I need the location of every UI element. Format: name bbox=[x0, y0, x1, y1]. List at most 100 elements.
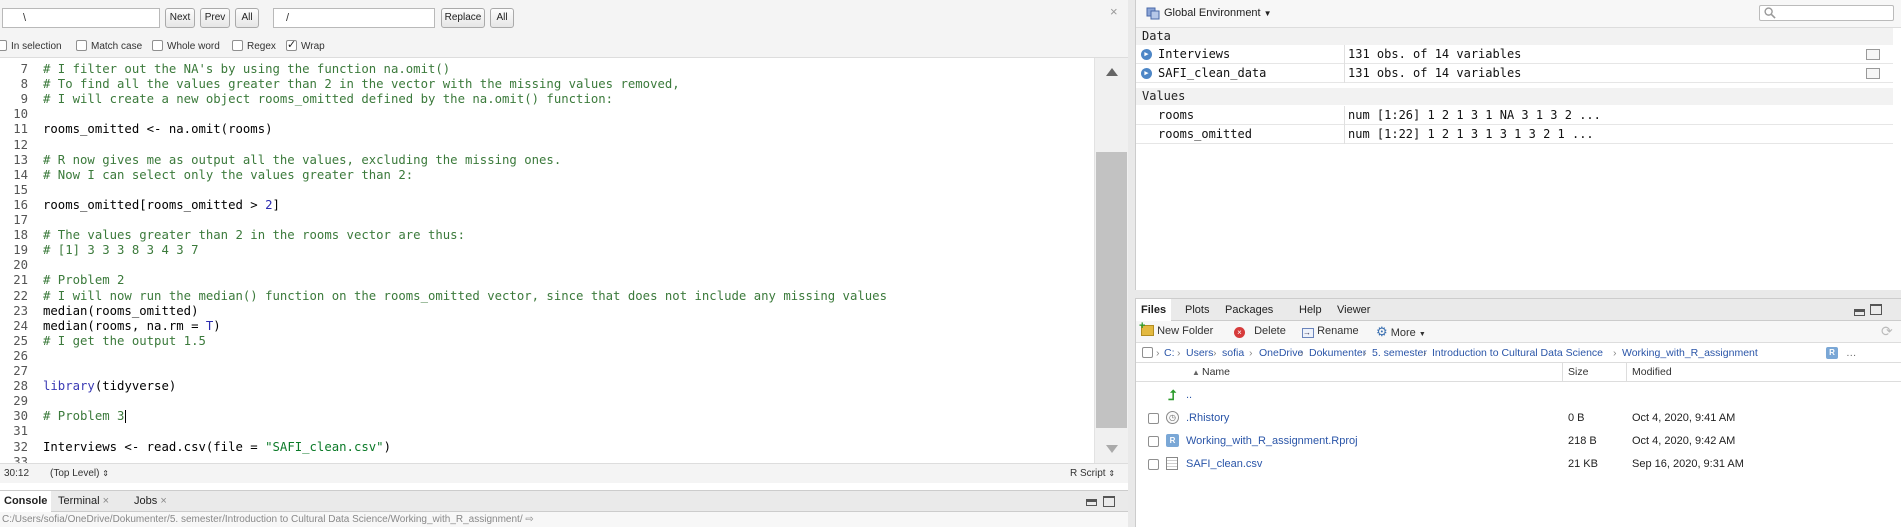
option-whole-word[interactable]: Whole word bbox=[152, 40, 220, 54]
section-values: Values bbox=[1136, 88, 1893, 105]
file-type-selector[interactable]: R Script ⇕ bbox=[1070, 464, 1115, 483]
replace-all-button[interactable]: All bbox=[490, 8, 514, 28]
in-selection-checkbox[interactable] bbox=[0, 40, 7, 51]
env-row-rooms[interactable]: rooms num [1:26] 1 2 1 3 1 NA 3 1 3 2 ..… bbox=[1136, 106, 1893, 125]
column-modified[interactable]: Modified bbox=[1632, 363, 1672, 381]
option-wrap[interactable]: Wrap bbox=[286, 38, 325, 54]
match-case-checkbox[interactable] bbox=[76, 40, 87, 51]
breadcrumb-item[interactable]: Introduction to Cultural Data Science bbox=[1432, 343, 1603, 362]
more-menu-button[interactable]: ⚙ More ▼ bbox=[1376, 324, 1426, 340]
view-table-icon[interactable] bbox=[1866, 68, 1880, 79]
refresh-icon[interactable]: ⟳ bbox=[1881, 323, 1893, 340]
whole-word-checkbox[interactable] bbox=[152, 40, 163, 51]
tab-plots[interactable]: Plots bbox=[1180, 299, 1214, 321]
line-number: 32 bbox=[13, 439, 28, 454]
env-row-safi-clean-data[interactable]: ▶ SAFI_clean_data 131 obs. of 14 variabl… bbox=[1136, 64, 1893, 83]
file-checkbox[interactable] bbox=[1148, 436, 1159, 447]
line-number: 33 bbox=[13, 454, 28, 463]
line-number: 26 bbox=[13, 348, 28, 363]
replace-button[interactable]: Replace bbox=[441, 8, 485, 28]
breadcrumb-item[interactable]: OneDrive bbox=[1259, 343, 1303, 362]
tab-packages[interactable]: Packages bbox=[1220, 299, 1278, 321]
maximize-icon[interactable] bbox=[1103, 496, 1115, 507]
code-text: # I will now run the median() function o… bbox=[43, 288, 887, 303]
minimize-icon[interactable] bbox=[1086, 499, 1097, 506]
tab-help[interactable]: Help bbox=[1294, 299, 1327, 321]
list-item[interactable]: R Working_with_R_assignment.Rproj 218 B … bbox=[1136, 430, 1901, 453]
code-text: rooms_omitted[rooms_omitted > 2] bbox=[43, 197, 280, 212]
column-size[interactable]: Size bbox=[1568, 363, 1588, 381]
environment-icon bbox=[1146, 7, 1160, 20]
file-checkbox[interactable] bbox=[1148, 413, 1159, 424]
line-number: 17 bbox=[13, 213, 28, 227]
new-folder-button[interactable]: + New Folder bbox=[1139, 321, 1213, 338]
scrollbar-thumb[interactable] bbox=[1096, 152, 1127, 428]
code-text: # Now I can select only the values great… bbox=[43, 167, 414, 182]
breadcrumb-item[interactable]: Users bbox=[1186, 343, 1213, 362]
list-item[interactable]: ◷ .Rhistory 0 B Oct 4, 2020, 9:41 AM bbox=[1136, 407, 1901, 430]
replace-input[interactable]: / bbox=[273, 8, 435, 28]
code-text: # To find all the values greater than 2 … bbox=[43, 77, 680, 92]
env-row-interviews[interactable]: ▶ Interviews 131 obs. of 14 variables bbox=[1136, 45, 1893, 64]
console-working-directory: C:/Users/sofia/OneDrive/Dokumenter/5. se… bbox=[0, 512, 1128, 527]
line-number: 22 bbox=[13, 288, 28, 303]
environment-search-input[interactable] bbox=[1759, 5, 1894, 21]
breadcrumb-item[interactable]: Working_with_R_assignment bbox=[1622, 343, 1758, 362]
delete-icon: × bbox=[1234, 327, 1245, 338]
maximize-icon[interactable] bbox=[1870, 304, 1882, 315]
tab-viewer[interactable]: Viewer bbox=[1332, 299, 1375, 321]
rename-button[interactable]: → Rename bbox=[1302, 325, 1359, 338]
find-next-button[interactable]: Next bbox=[165, 8, 195, 28]
line-number: 19 bbox=[13, 243, 28, 258]
option-match-case[interactable]: Match case bbox=[76, 40, 142, 54]
list-item[interactable]: SAFI_clean.csv 21 KB Sep 16, 2020, 9:31 … bbox=[1136, 453, 1901, 476]
find-input[interactable]: \ bbox=[2, 8, 160, 28]
code-editor[interactable]: 7 # I filter out the NA's by using the fu… bbox=[0, 58, 1094, 463]
close-find-icon[interactable]: × bbox=[1110, 4, 1118, 19]
goto-directory-icon[interactable]: ⇨ bbox=[525, 514, 533, 525]
code-text: # The values greater than 2 in the rooms… bbox=[43, 228, 465, 243]
view-table-icon[interactable] bbox=[1866, 49, 1880, 60]
breadcrumb-item[interactable]: Dokumenter bbox=[1309, 343, 1366, 362]
file-checkbox[interactable] bbox=[1148, 459, 1159, 470]
breadcrumb-item[interactable]: C: bbox=[1164, 343, 1175, 362]
find-prev-button[interactable]: Prev bbox=[200, 8, 230, 28]
scope-selector[interactable]: (Top Level) ⇕ bbox=[50, 464, 109, 483]
list-item-parent-directory[interactable]: ⮥ .. bbox=[1136, 384, 1901, 407]
environment-scope-dropdown[interactable]: Global Environment ▼ bbox=[1164, 7, 1272, 19]
select-all-checkbox[interactable] bbox=[1142, 347, 1153, 358]
tab-jobs[interactable]: Jobs × bbox=[130, 491, 171, 512]
code-text: # Problem 2 bbox=[43, 273, 125, 288]
line-number: 15 bbox=[13, 182, 28, 197]
expand-icon[interactable]: ▶ bbox=[1141, 68, 1152, 79]
breadcrumb-item[interactable]: 5. semester bbox=[1372, 343, 1427, 362]
scroll-down-icon[interactable] bbox=[1106, 445, 1118, 453]
column-name[interactable]: Name bbox=[1202, 363, 1230, 381]
regex-checkbox[interactable] bbox=[232, 40, 243, 51]
tab-files[interactable]: Files bbox=[1136, 299, 1172, 321]
find-all-button[interactable]: All bbox=[235, 8, 259, 28]
close-icon[interactable]: × bbox=[160, 495, 166, 507]
tab-console[interactable]: Console bbox=[0, 491, 52, 512]
option-regex[interactable]: Regex bbox=[232, 40, 276, 54]
pane-splitter[interactable] bbox=[1128, 0, 1135, 527]
code-text: median(rooms, na.rm = T) bbox=[43, 318, 221, 333]
delete-button[interactable]: × Delete bbox=[1234, 325, 1286, 338]
breadcrumb-item[interactable]: sofia bbox=[1222, 343, 1244, 362]
project-icon[interactable]: R bbox=[1826, 347, 1838, 359]
code-text: # I will create a new object rooms_omitt… bbox=[43, 92, 614, 107]
tab-terminal[interactable]: Terminal × bbox=[54, 491, 113, 512]
env-row-rooms-omitted[interactable]: rooms_omitted num [1:22] 1 2 1 3 1 3 1 3… bbox=[1136, 125, 1893, 144]
scroll-up-icon[interactable] bbox=[1106, 68, 1118, 76]
expand-icon[interactable]: ▶ bbox=[1141, 49, 1152, 60]
pane-splitter-horizontal[interactable] bbox=[1135, 290, 1901, 298]
line-number: 21 bbox=[13, 273, 28, 288]
minimize-icon[interactable] bbox=[1854, 309, 1865, 316]
more-options-icon[interactable]: … bbox=[1846, 343, 1857, 362]
wrap-checkbox[interactable] bbox=[286, 38, 297, 52]
environment-pane: Global Environment ▼ Data ▶ Interviews 1… bbox=[1135, 0, 1901, 290]
line-number: 18 bbox=[13, 228, 28, 243]
editor-scrollbar[interactable] bbox=[1094, 58, 1128, 463]
close-icon[interactable]: × bbox=[103, 495, 109, 507]
option-in-selection[interactable]: In selection bbox=[0, 40, 62, 54]
